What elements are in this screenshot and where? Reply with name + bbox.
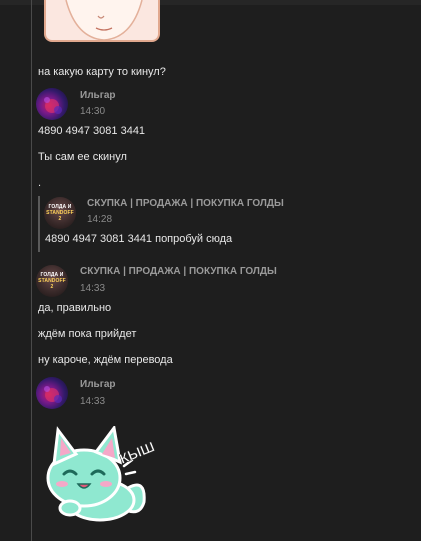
avatar-logo-text: STANDOFF 2 [46,210,74,222]
message-text: Ты сам ее скинул [38,151,127,163]
anime-sticker-image [44,0,160,42]
cat-sticker-image: КЫШ [40,424,164,526]
message-author[interactable]: Ильгар [80,379,116,390]
chat-feed[interactable]: на какую карту то кинул? Ильгар 14:30 48… [0,0,421,541]
message-author[interactable]: СКУПКА | ПРОДАЖА | ПОКУПКА ГОЛДЫ [80,266,277,277]
message-text: . [38,177,42,189]
message-author[interactable]: Ильгар [80,90,116,101]
sticker-caption: КЫШ [117,438,157,466]
avatar[interactable] [36,88,68,120]
message-timestamp: 14:33 [80,396,106,407]
message-text: да, правильно [38,302,112,314]
quote-bar [38,196,40,252]
message-text: на какую карту то кинул? [38,66,166,78]
avatar[interactable]: ГОЛДА И STANDOFF 2 [36,265,68,297]
quote-author[interactable]: СКУПКА | ПРОДАЖА | ПОКУПКА ГОЛДЫ [87,198,284,209]
avatar-logo-text: STANDOFF 2 [38,278,66,290]
message-timestamp: 14:33 [80,283,106,294]
message-text: 4890 4947 3081 3441 [38,125,146,137]
message-text: ждём пока прийдет [38,328,137,340]
quote-text: 4890 4947 3081 3441 попробуй сюда [45,233,233,245]
quote-timestamp: 14:28 [87,214,113,225]
avatar[interactable]: ГОЛДА И STANDOFF 2 [44,197,76,229]
message-text: ну кароче, ждём перевода [38,354,173,366]
message-timestamp: 14:30 [80,106,106,117]
avatar[interactable] [36,377,68,409]
